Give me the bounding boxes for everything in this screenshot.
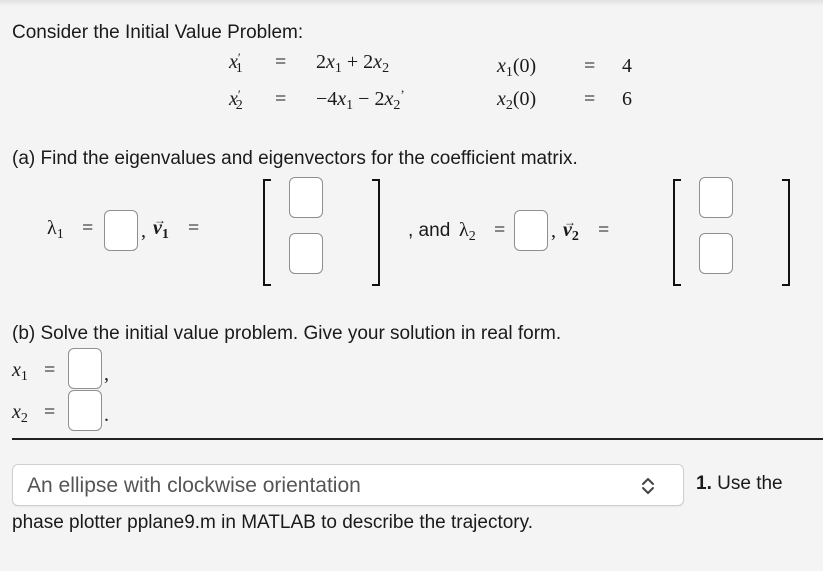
v1-label: → v1 [153, 213, 169, 242]
x2-input[interactable] [68, 390, 102, 431]
question-1-text-end: phase plotter pplane9.m in MATLAB to des… [12, 512, 534, 533]
x1-comma: , [104, 363, 109, 385]
eq2-rhs: −4x1 − 2x2’ [316, 87, 405, 113]
question-number: 1. [696, 473, 712, 494]
comma: , [551, 220, 556, 242]
ic2-value: 6 [622, 88, 632, 110]
x1-label: x1 [12, 359, 28, 384]
ic2-equals: = [584, 88, 596, 110]
v2-component-1-input[interactable] [699, 177, 733, 218]
ic2-lhs: x2(0) [497, 88, 537, 113]
lambda1-equals: = [82, 217, 94, 239]
lambda2-equals: = [494, 219, 506, 241]
eq2-lhs: x′2 [229, 87, 243, 113]
v2-component-2-input[interactable] [699, 233, 733, 274]
eq1-equals: = [275, 51, 287, 73]
eq1-rhs: 2x1 + 2x2 [316, 51, 390, 76]
v1-component-2-input[interactable] [289, 233, 323, 274]
chevron-up-down-icon [642, 478, 654, 494]
v1-equals: = [188, 217, 200, 239]
lambda1-label: λ1 [47, 217, 64, 242]
x1-input[interactable] [68, 348, 102, 389]
intro-text: Consider the Initial Value Problem: [12, 22, 304, 43]
top-shadow [0, 0, 823, 6]
ic1-lhs: x1(0) [497, 55, 537, 80]
x2-label: x2 [12, 401, 28, 426]
right-bracket [372, 179, 380, 286]
v2-equals: = [598, 219, 610, 241]
lambda1-input[interactable] [104, 210, 138, 251]
left-bracket [673, 179, 681, 286]
part-a-prompt: (a) Find the eigenvalues and eigenvector… [12, 148, 578, 169]
eq1-lhs: x′1 [229, 50, 243, 76]
part-b-prompt: (b) Solve the initial value problem. Giv… [12, 323, 562, 344]
ic1-equals: = [584, 55, 596, 77]
v2-label: → v2 [563, 215, 579, 244]
question-1-text-start: 1. Use the [696, 473, 783, 494]
x2-equals: = [44, 401, 56, 423]
x1-equals: = [44, 359, 56, 381]
eq2-equals: = [275, 88, 287, 110]
and-label: , and [408, 220, 451, 241]
trajectory-select-value: An ellipse with clockwise orientation [27, 474, 361, 497]
comma: , [141, 220, 146, 242]
v1-component-1-input[interactable] [289, 177, 323, 218]
lambda2-label: λ2 [459, 219, 476, 244]
left-bracket [263, 179, 271, 286]
trajectory-select[interactable]: An ellipse with clockwise orientation [12, 464, 684, 506]
section-divider [12, 438, 823, 440]
lambda2-input[interactable] [514, 210, 548, 251]
right-bracket [782, 179, 790, 286]
x2-period: . [104, 404, 109, 426]
ic1-value: 4 [622, 55, 632, 77]
